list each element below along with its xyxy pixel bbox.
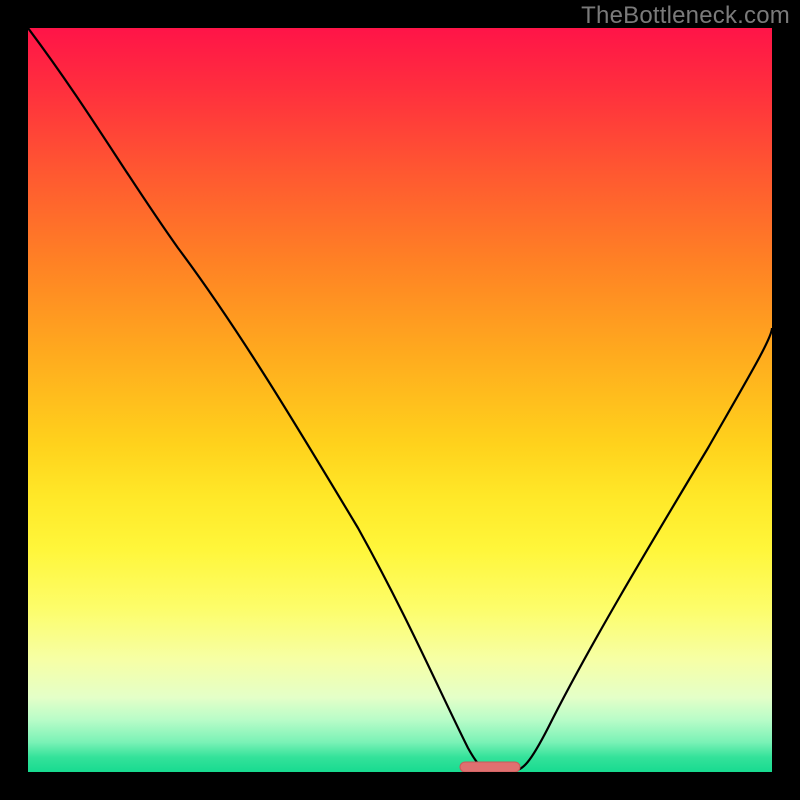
plot-svg: [28, 28, 772, 772]
plot-area: [28, 28, 772, 772]
bottleneck-curve: [28, 28, 772, 771]
bottleneck-marker: [460, 762, 520, 772]
watermark-text: TheBottleneck.com: [581, 2, 790, 30]
chart-frame: TheBottleneck.com: [0, 0, 800, 800]
